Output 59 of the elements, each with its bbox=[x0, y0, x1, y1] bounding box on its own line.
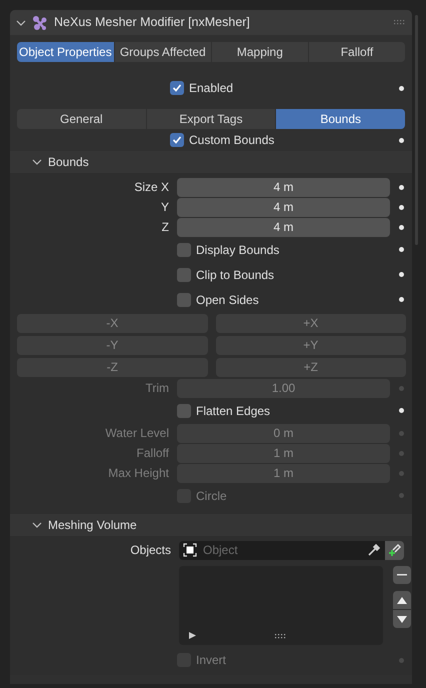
object-field[interactable]: Object bbox=[179, 540, 385, 560]
field-label: Z bbox=[160, 219, 169, 236]
checkbox-label: Circle bbox=[196, 488, 227, 504]
panel-header[interactable]: NeXus Mesher Modifier [nxMesher] bbox=[10, 10, 412, 35]
plus-eyedropper-icon bbox=[388, 543, 402, 557]
number-field[interactable]: 4 m bbox=[177, 218, 390, 236]
section-header[interactable]: Meshing Volume bbox=[10, 514, 412, 536]
field-label: Trim bbox=[144, 380, 169, 397]
checkbox-label: Clip to Bounds bbox=[196, 266, 274, 284]
section-header[interactable]: Bounds bbox=[10, 151, 412, 173]
triangle-down-icon bbox=[397, 616, 407, 622]
field-label: Max Height bbox=[107, 465, 169, 482]
chevron-down-icon[interactable] bbox=[32, 157, 42, 167]
checkbox-label: Display Bounds bbox=[196, 242, 280, 258]
object-icon bbox=[183, 543, 197, 557]
checkbox[interactable] bbox=[177, 242, 191, 256]
tab[interactable]: General bbox=[17, 109, 146, 129]
tab[interactable]: Export Tags bbox=[146, 109, 276, 129]
molecule-icon bbox=[32, 14, 48, 30]
checkmark-icon bbox=[172, 135, 182, 145]
section-title: Bounds bbox=[48, 154, 89, 171]
tab[interactable]: Groups Affected bbox=[114, 42, 211, 62]
minus-icon bbox=[397, 574, 407, 576]
checkbox[interactable] bbox=[177, 404, 191, 418]
checkbox-label: Enabled bbox=[189, 80, 234, 97]
move-down-button[interactable] bbox=[393, 610, 411, 628]
tab[interactable]: Object Properties bbox=[17, 42, 114, 62]
resize-handle-icon[interactable] bbox=[275, 634, 287, 639]
tab[interactable]: Bounds bbox=[276, 109, 405, 129]
checkmark-icon bbox=[172, 83, 182, 93]
checkbox[interactable] bbox=[170, 81, 184, 95]
object-placeholder: Object bbox=[203, 542, 239, 559]
field-label: Size X bbox=[133, 179, 169, 196]
expand-arrow-icon[interactable] bbox=[189, 632, 196, 639]
section-title: Meshing Volume bbox=[48, 517, 137, 534]
triangle-up-icon bbox=[397, 596, 407, 604]
checkbox-label: Invert bbox=[196, 652, 226, 669]
chevron-down-icon[interactable] bbox=[16, 18, 26, 28]
field-label: Y bbox=[160, 199, 169, 216]
tab[interactable]: Falloff bbox=[308, 42, 405, 62]
checkbox-label: Custom Bounds bbox=[189, 132, 274, 149]
number-field[interactable]: 4 m bbox=[177, 198, 390, 216]
field-label: Objects bbox=[129, 542, 171, 559]
tab[interactable]: Mapping bbox=[212, 42, 308, 62]
field-label: Water Level bbox=[104, 425, 169, 442]
number-field[interactable]: 4 m bbox=[177, 178, 390, 196]
eyedropper-icon[interactable] bbox=[367, 543, 381, 557]
chevron-down-icon[interactable] bbox=[32, 520, 42, 530]
field-label: Falloff bbox=[136, 445, 169, 462]
move-up-button[interactable] bbox=[393, 591, 411, 609]
panel-title: NeXus Mesher Modifier [nxMesher] bbox=[54, 14, 251, 32]
checkbox-label: Open Sides bbox=[196, 292, 259, 308]
drag-handle-icon[interactable] bbox=[394, 20, 406, 26]
checkbox[interactable] bbox=[177, 292, 191, 306]
checkbox[interactable] bbox=[177, 268, 191, 282]
remove-button[interactable] bbox=[393, 566, 411, 584]
checkbox[interactable] bbox=[170, 133, 184, 147]
checkbox-label: Flatten Edges bbox=[196, 402, 270, 420]
add-eyedropper-button[interactable] bbox=[385, 540, 404, 560]
